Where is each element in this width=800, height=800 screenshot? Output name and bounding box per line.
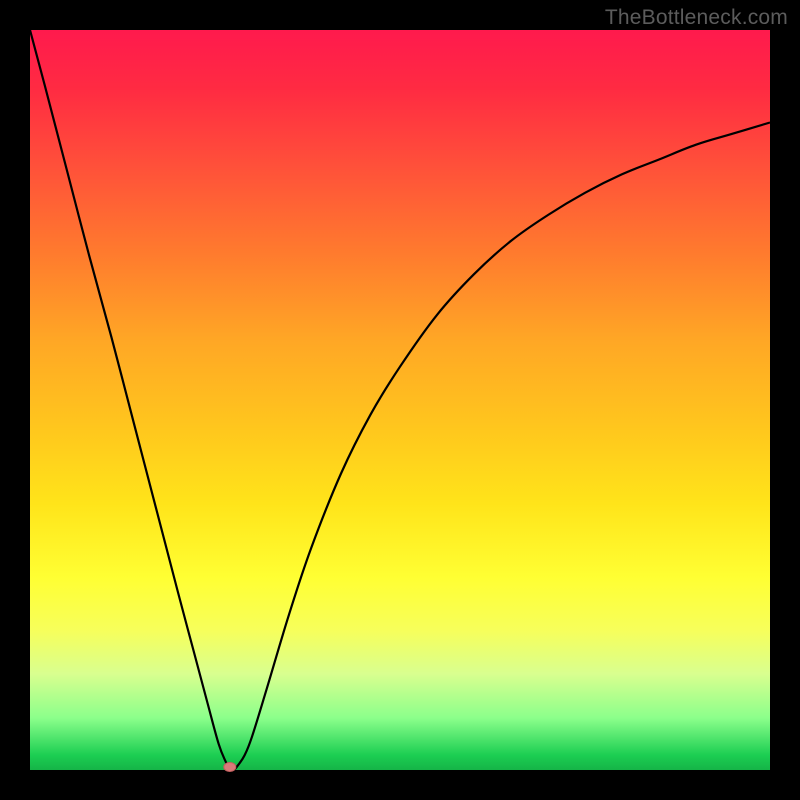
- minimum-marker: [224, 763, 236, 772]
- bottleneck-curve: [30, 30, 770, 771]
- chart-frame: TheBottleneck.com: [0, 0, 800, 800]
- curve-svg: [30, 30, 770, 770]
- plot-area: [30, 30, 770, 770]
- watermark-label: TheBottleneck.com: [605, 6, 788, 30]
